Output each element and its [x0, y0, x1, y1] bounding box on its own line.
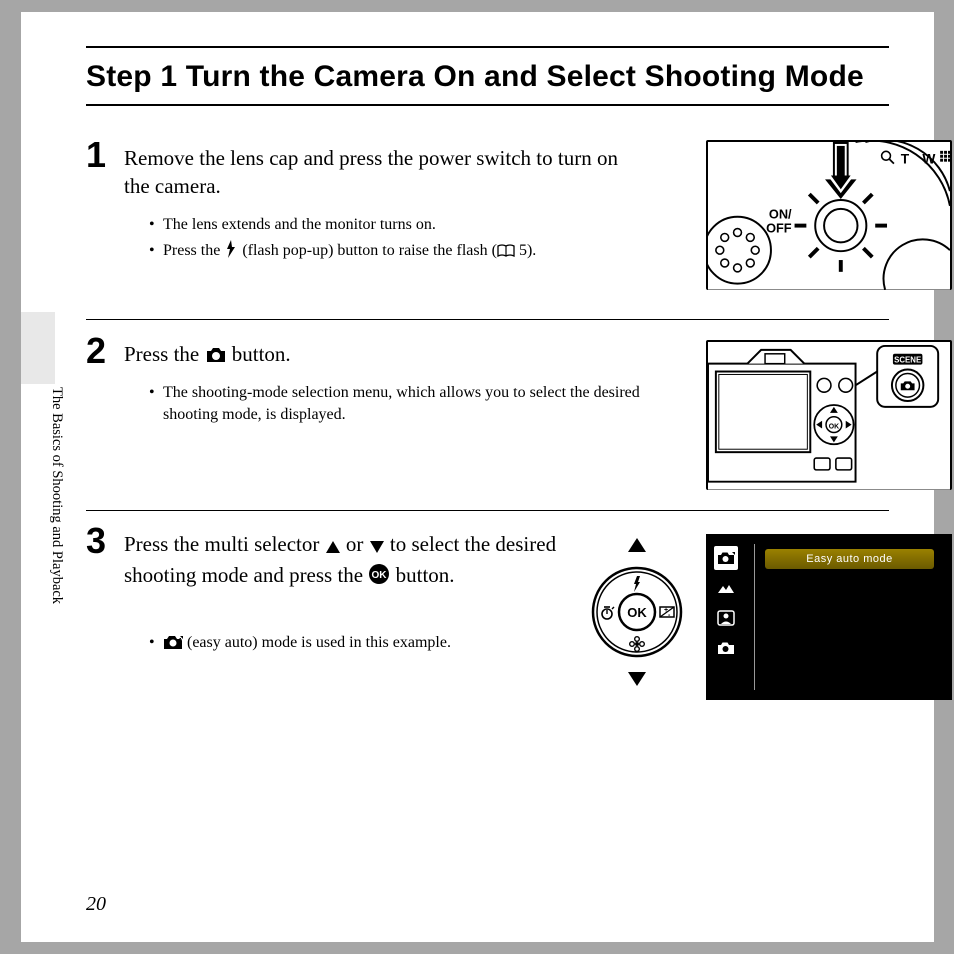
svg-text:T: T [901, 152, 910, 167]
mode-smart-portrait-icon [714, 606, 738, 630]
rule [86, 104, 889, 106]
figure-mode-menu: Easy auto mode [706, 534, 952, 700]
svg-text:ON/: ON/ [769, 207, 792, 222]
mode-icon-column [714, 546, 748, 666]
step-heading: Press the multi selector or to select th… [124, 530, 574, 593]
side-tab [21, 312, 55, 384]
camera-icon [205, 343, 227, 371]
svg-text:OK: OK [372, 570, 388, 581]
bullet-text: 5). [515, 242, 536, 259]
bullet: The lens extends and the monitor turns o… [151, 214, 661, 236]
svg-text:W: W [922, 152, 935, 167]
easy-auto-icon [163, 634, 183, 657]
svg-text:OK: OK [829, 424, 839, 431]
step-bullets: The shooting-mode selection menu, which … [151, 382, 661, 429]
text: or [341, 532, 369, 556]
step-bullets: (easy auto) mode is used in this example… [151, 632, 571, 661]
bullet-text: The lens extends and the monitor turns o… [163, 216, 436, 233]
bullet: (easy auto) mode is used in this example… [151, 632, 571, 657]
step-bullets: The lens extends and the monitor turns o… [151, 214, 661, 268]
section-side-label: The Basics of Shooting and Playback [45, 387, 65, 604]
bullet-text: Press the [163, 242, 224, 259]
rule [86, 319, 889, 320]
scene-label: SCENE [894, 356, 921, 365]
step-number: 1 [86, 134, 106, 176]
manual-page: Step 1 Turn the Camera On and Select Sho… [21, 12, 934, 942]
step-number: 2 [86, 330, 106, 372]
page-number: 20 [86, 893, 106, 916]
step-heading: Remove the lens cap and press the power … [124, 144, 644, 201]
page-title: Step 1 Turn the Camera On and Select Sho… [86, 60, 889, 94]
flash-icon [224, 240, 238, 265]
mode-easy-auto-icon [714, 546, 738, 570]
text: button. [390, 563, 454, 587]
figure-multi-selector: OK [588, 532, 686, 692]
text: Press the [124, 342, 205, 366]
mode-scene-icon [714, 576, 738, 600]
bullet: The shooting-mode selection menu, which … [151, 382, 661, 425]
figure-camera-back: OK SCENE [706, 340, 952, 490]
bullet-text: (easy auto) mode is used in this example… [183, 634, 451, 651]
svg-text:OFF: OFF [766, 220, 792, 235]
text: Press the multi selector [124, 532, 325, 556]
book-icon [497, 243, 515, 265]
mode-selected-label: Easy auto mode [765, 549, 934, 569]
rule [86, 46, 889, 48]
mode-auto-icon [714, 636, 738, 660]
step-heading: Press the button. [124, 340, 644, 371]
ok-label: OK [627, 605, 647, 620]
bullet-text: (flash pop-up) button to raise the flash… [238, 242, 497, 259]
mode-menu-right: Easy auto mode [754, 544, 942, 690]
bullet-text: The shooting-mode selection menu, which … [163, 384, 640, 423]
step-number: 3 [86, 520, 106, 562]
ok-button-icon: OK [368, 563, 390, 592]
figure-power-switch: T W ON/ OFF [706, 140, 952, 290]
bullet: Press the (flash pop-up) button to raise… [151, 240, 661, 265]
text: button. [227, 342, 291, 366]
rule [86, 510, 889, 511]
triangle-up-icon [325, 533, 341, 561]
triangle-down-icon [369, 533, 385, 561]
